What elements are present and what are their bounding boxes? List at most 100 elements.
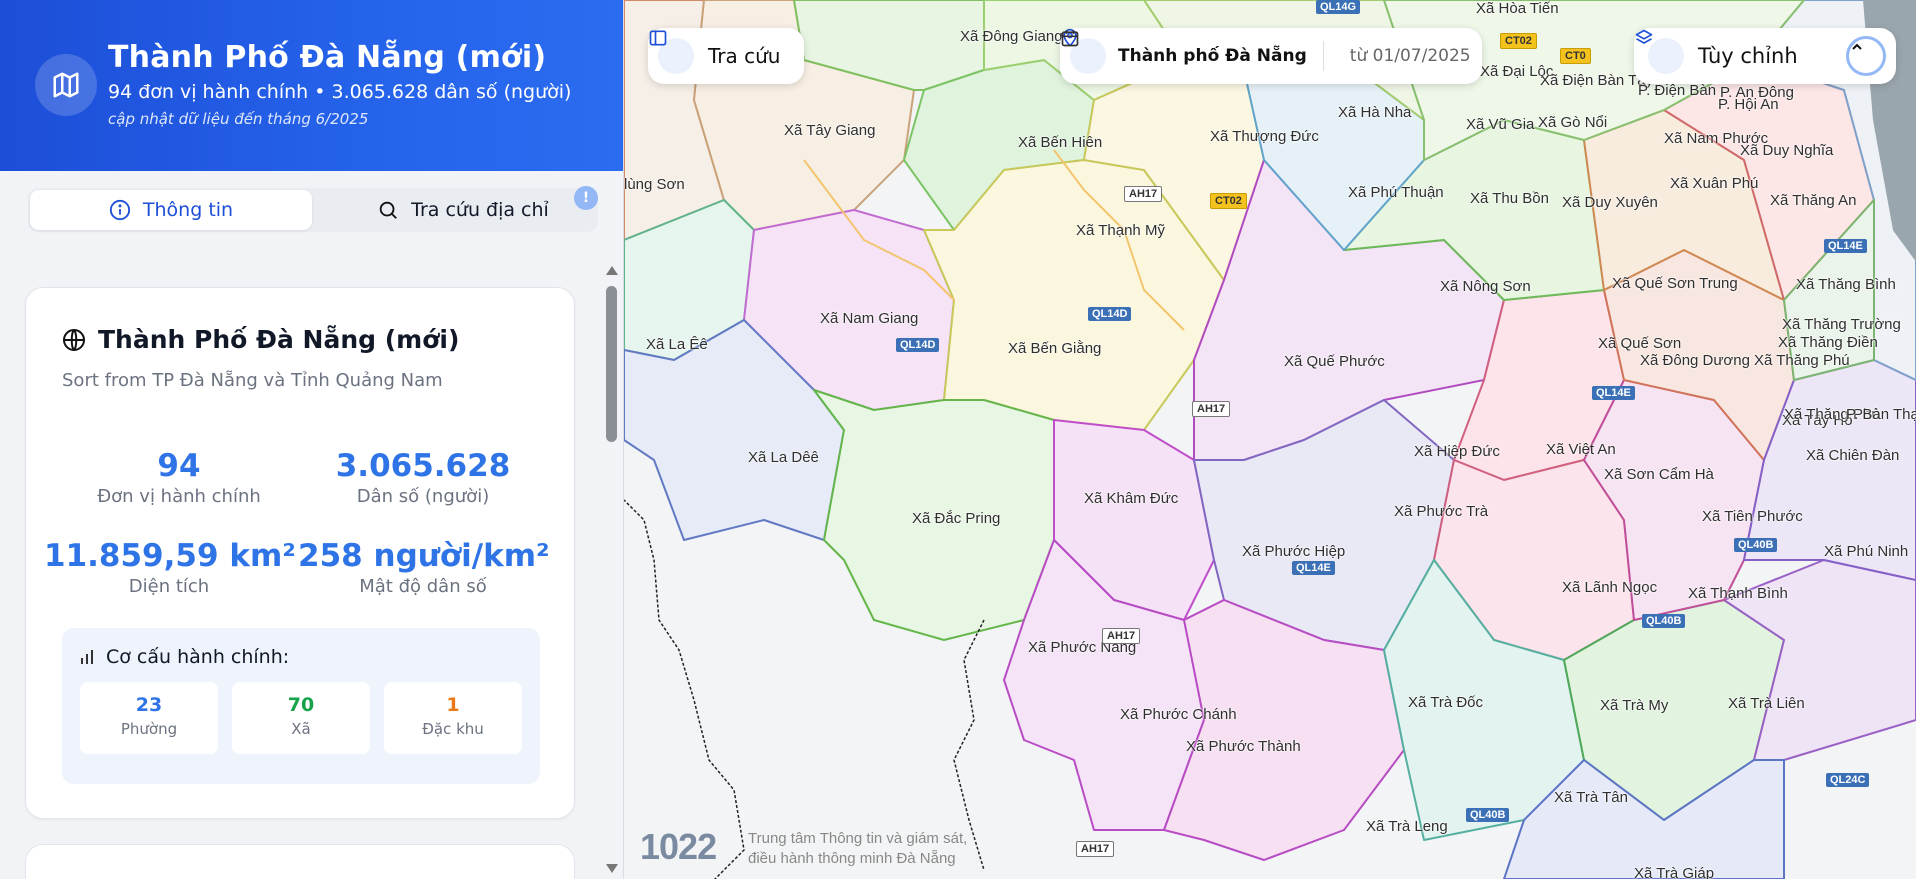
logo-caption: Trung tâm Thông tin và giám sát, điều hà…: [748, 829, 967, 869]
structure-count: 70: [287, 694, 315, 716]
card-title-text: Thành Phố Đà Nẵng (mới): [98, 325, 460, 354]
map-label: Xã Quế Phước: [1284, 353, 1385, 370]
structure-label: Phường: [120, 720, 178, 738]
road-shield: QL14E: [1592, 386, 1635, 400]
notice-badge[interactable]: !: [574, 186, 598, 210]
map-label: Xã Phước Chánh: [1120, 706, 1237, 723]
structure-label: Đặc khu: [422, 720, 484, 738]
structure-special-zone: 1 Đặc khu: [384, 682, 522, 754]
calendar-icon: [1061, 30, 1079, 47]
stat-value: 3.065.628: [335, 448, 511, 484]
collapse-button[interactable]: [1846, 36, 1886, 76]
city-summary: 94 đơn vị hành chính • 3.065.628 dân số …: [108, 81, 572, 103]
road-shield: AH17: [1192, 401, 1231, 417]
tab-address-search[interactable]: Tra cứu địa chỉ: [328, 188, 598, 232]
road-shield: QL40B: [1466, 808, 1510, 822]
map-label: Xã Thăng Trường: [1782, 316, 1901, 333]
map-label: Xã Phú Thuận: [1348, 184, 1444, 201]
scroll-up-arrow[interactable]: [606, 266, 618, 275]
tab-info-label: Thông tin: [142, 199, 234, 221]
card-title: Thành Phố Đà Nẵng (mới): [62, 325, 459, 354]
stat-label: Dân số (người): [356, 486, 490, 507]
date-selector[interactable]: từ 01/07/2025: [1350, 46, 1471, 66]
logo-1022: 1022: [640, 826, 717, 867]
map-label: Xã Phú Ninh: [1824, 543, 1909, 560]
next-card: [25, 844, 575, 879]
road-shield: QL40B: [1642, 614, 1686, 628]
map-label: Xã Thu Bồn: [1470, 190, 1549, 207]
road-shield: QL14E: [1824, 239, 1867, 253]
info-icon: [109, 199, 130, 221]
stat-label: Diện tích: [128, 576, 210, 597]
structure-wards: 23 Phường: [80, 682, 218, 754]
map-label: Xã Đắc Pring: [912, 510, 1001, 527]
admin-structure-title: Cơ cấu hành chính:: [80, 646, 289, 668]
map-label: Xã Trà Giáp: [1634, 865, 1715, 879]
map-label: Xã Nam Giang: [820, 310, 919, 327]
map-label: P. Bàn Thạch: [1846, 406, 1916, 423]
map-label: P. Hội An: [1718, 96, 1779, 113]
road-shield: AH17: [1076, 841, 1115, 857]
map-label: Xã Chiên Đàn: [1806, 447, 1900, 464]
tab-address-search-label: Tra cứu địa chỉ: [411, 199, 549, 221]
map-label: Xã Trà Leng: [1366, 818, 1448, 835]
map-label: Xã Trà Đốc: [1408, 694, 1484, 711]
road-shield: CT02: [1210, 193, 1247, 209]
map-label: Xã Gò Nổi: [1538, 114, 1608, 131]
divider: [1322, 41, 1324, 71]
layers-icon: [1635, 29, 1684, 74]
map-label: Xã Trà My: [1600, 697, 1669, 714]
map-label: P. Điện Bàn: [1638, 82, 1717, 99]
map-label: Xã Lãnh Ngọc: [1562, 579, 1658, 596]
city-info-card: Thành Phố Đà Nẵng (mới) Sort from TP Đà …: [25, 287, 575, 819]
logo-caption-line1: Trung tâm Thông tin và giám sát,: [748, 830, 968, 847]
map-label: Xã Hà Nha: [1338, 104, 1412, 121]
map-label: Xã Hiệp Đức: [1414, 443, 1500, 460]
map-canvas[interactable]: Xã Đông Giang Xã Tây Giang Xã Bến Hiên X…: [624, 0, 1916, 879]
stat-density: 258 người/km² Mật độ dân số: [298, 538, 550, 597]
map-label: Xã Phước Thành: [1186, 738, 1301, 755]
map-label: Xã La Dêê: [748, 449, 819, 466]
road-shield: QL14D: [1088, 307, 1132, 321]
map-label: Xã Bến Hiên: [1018, 134, 1103, 151]
map-label: Xã Trà Tân: [1554, 789, 1628, 806]
map-label: Xã Đông Dương: [1640, 352, 1750, 369]
stat-value: 11.859,59 km²: [44, 538, 296, 574]
map-label: Xã Nông Sơn: [1440, 278, 1531, 295]
map-label: Xã Phước Trà: [1394, 503, 1489, 520]
map-label: Xã Quế Sơn Trung: [1612, 275, 1738, 292]
customize-label: Tùy chỉnh: [1698, 44, 1798, 68]
sidebar: Thành Phố Đà Nẵng (mới) 94 đơn vị hành c…: [0, 0, 624, 879]
structure-count: 1: [446, 694, 460, 716]
map-label: Xã Bến Giằng: [1008, 340, 1102, 357]
map-label: Xã Thăng Bình: [1796, 276, 1896, 293]
map-label: Xã Hòa Tiến: [1476, 0, 1559, 17]
stat-label: Đơn vị hành chính: [97, 486, 261, 507]
sidebar-tabs: Thông tin Tra cứu địa chỉ: [28, 188, 598, 232]
tab-info[interactable]: Thông tin: [30, 190, 312, 230]
map-label: Xã Thăng Điền: [1778, 334, 1878, 351]
map-label: Xã Sơn Cẩm Hà: [1604, 466, 1714, 483]
location-date-bar: Thành phố Đà Nẵng từ 01/07/2025: [1060, 28, 1482, 84]
scrollbar-thumb[interactable]: [606, 286, 617, 442]
sidebar-toggle-icon: [649, 30, 694, 74]
road-shield: QL24C: [1826, 773, 1870, 787]
lookup-label: Tra cứu: [708, 44, 781, 68]
map-label: lùng Sơn: [624, 176, 685, 193]
road-shield: QL14G: [1316, 0, 1361, 14]
map-label: Xã Trà Liên: [1728, 695, 1805, 712]
globe-icon: [63, 328, 85, 351]
road-shield: QL40B: [1734, 538, 1778, 552]
stat-admin-units: 94 Đơn vị hành chính: [54, 448, 304, 507]
map-label: Xã Khâm Đức: [1084, 490, 1179, 507]
scroll-down-arrow[interactable]: [606, 864, 618, 873]
map-icon: [35, 54, 97, 116]
location-selector[interactable]: Thành phố Đà Nẵng: [1118, 46, 1307, 66]
stat-population: 3.065.628 Dân số (người): [298, 448, 548, 507]
customize-button[interactable]: Tùy chỉnh: [1634, 28, 1896, 84]
stat-area: 11.859,59 km² Diện tích: [44, 538, 296, 597]
logo-caption-line2: điều hành thông minh Đà Nẵng: [748, 850, 956, 867]
lookup-button[interactable]: Tra cứu: [648, 28, 804, 84]
bar-chart-icon: [81, 650, 93, 664]
map-label: Xã Quế Sơn: [1598, 335, 1682, 352]
